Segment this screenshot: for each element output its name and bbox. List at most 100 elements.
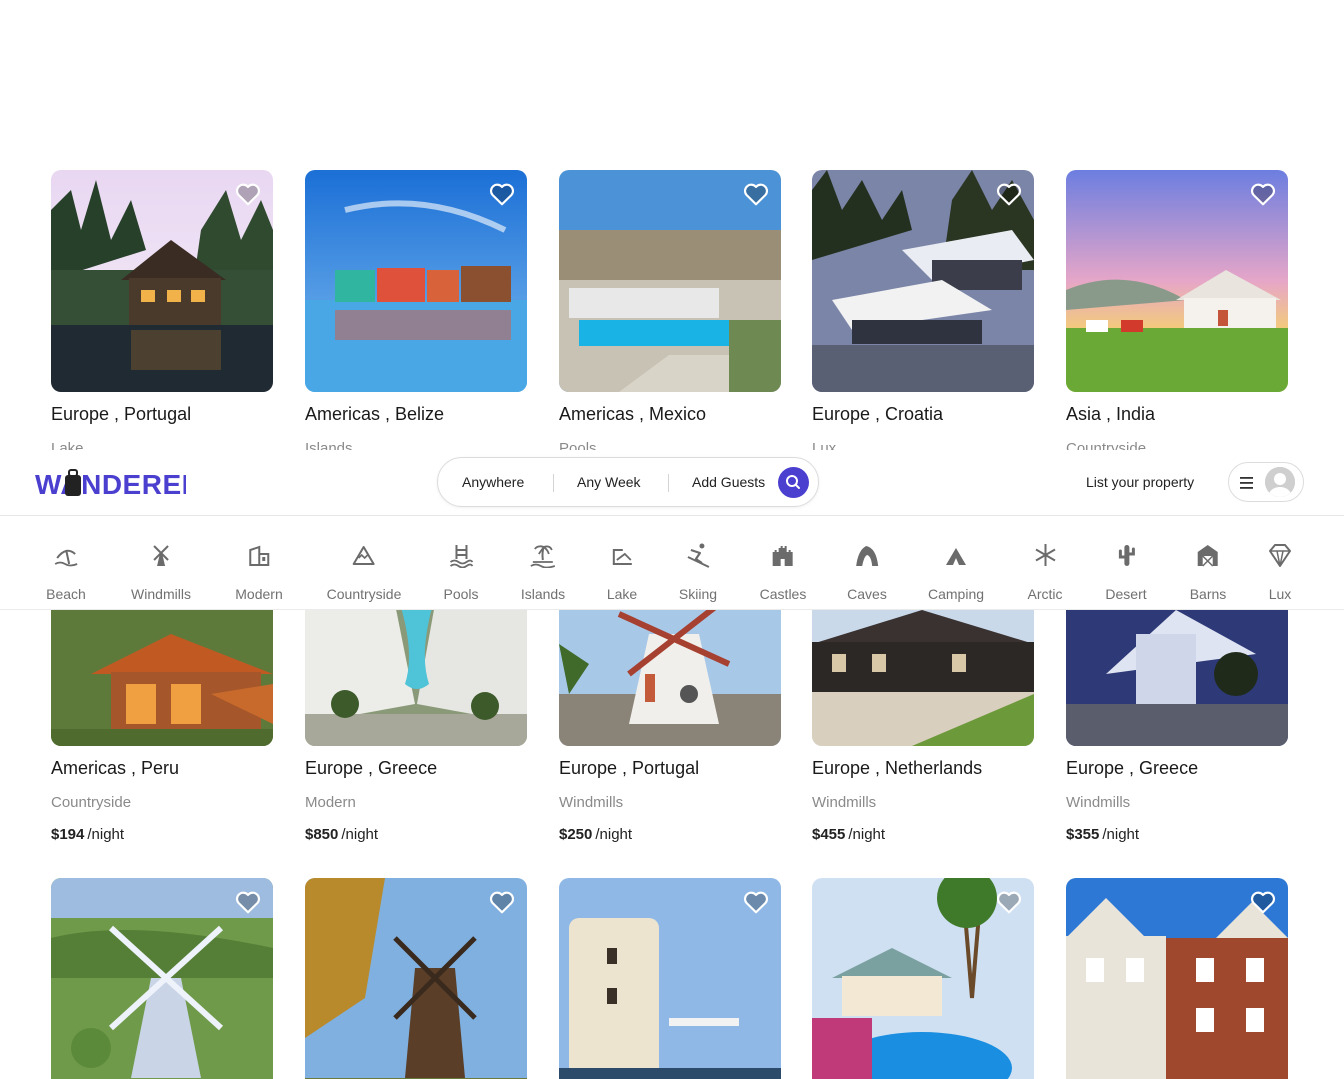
category-label: Desert — [1105, 586, 1147, 602]
listing-card[interactable]: Europe , Croatia Lux — [812, 170, 1034, 457]
category-label: Windmills — [131, 586, 191, 602]
search-bar[interactable]: Anywhere Any Week Add Guests — [437, 457, 819, 507]
price-value: $850 — [305, 826, 339, 843]
heart-icon[interactable] — [996, 182, 1022, 206]
user-menu-button[interactable] — [1228, 462, 1304, 502]
category-label: Arctic — [1027, 586, 1063, 602]
listing-photo[interactable] — [51, 878, 273, 1079]
category-windmills[interactable]: Windmills — [131, 542, 191, 602]
listing-category: Windmills — [559, 794, 624, 811]
listing-photo[interactable] — [51, 170, 273, 392]
tent-icon — [946, 548, 966, 565]
category-label: Islands — [520, 586, 566, 602]
search-divider — [668, 474, 669, 492]
category-arctic[interactable]: Arctic — [1028, 542, 1063, 602]
listing-price: $250/night — [559, 826, 632, 843]
listing-category: Modern — [305, 794, 356, 811]
search-any-week[interactable]: Any Week — [577, 474, 641, 490]
heart-icon[interactable] — [1250, 890, 1276, 914]
listing-card[interactable] — [1066, 878, 1288, 1079]
listing-card[interactable]: Europe , Portugal Lake — [51, 170, 273, 457]
listing-price: $194/night — [51, 826, 124, 843]
category-barns[interactable]: Barns — [1189, 542, 1227, 602]
listing-card[interactable]: Americas , Mexico Pools — [559, 170, 781, 457]
category-countryside[interactable]: Countryside — [326, 542, 402, 602]
search-button[interactable] — [778, 467, 809, 498]
category-castles[interactable]: Castles — [759, 542, 807, 602]
listing-card[interactable] — [812, 878, 1034, 1079]
listing-category: Windmills — [1066, 794, 1131, 811]
barn-icon — [1197, 545, 1218, 567]
listing-card[interactable] — [559, 878, 781, 1079]
category-modern[interactable]: Modern — [235, 542, 283, 602]
listing-price: $455/night — [812, 826, 885, 843]
listing-card[interactable] — [51, 878, 273, 1079]
listing-photo[interactable] — [812, 170, 1034, 392]
category-bar: Beach Windmills Modern Countryside Pools… — [0, 516, 1344, 610]
heart-icon[interactable] — [235, 182, 261, 206]
price-unit: /night — [1102, 826, 1140, 843]
category-lux[interactable]: Lux — [1267, 542, 1293, 602]
search-add-guests[interactable]: Add Guests — [692, 474, 765, 490]
price-value: $455 — [812, 826, 846, 843]
listing-card[interactable]: Asia , India Countryside — [1066, 170, 1288, 457]
category-label: Pools — [443, 586, 479, 602]
listing-photo[interactable] — [305, 170, 527, 392]
category-desert[interactable]: Desert — [1105, 542, 1147, 602]
avatar — [1265, 467, 1295, 497]
category-label: Skiing — [678, 586, 718, 602]
listing-card[interactable]: Americas , Belize Islands — [305, 170, 527, 457]
cactus-icon — [1118, 545, 1135, 566]
heart-icon[interactable] — [489, 890, 515, 914]
castle-icon — [773, 546, 793, 566]
category-camping[interactable]: Camping — [928, 542, 984, 602]
beach-icon — [54, 549, 78, 567]
heart-icon[interactable] — [1250, 182, 1276, 206]
category-lake[interactable]: Lake — [607, 542, 637, 602]
category-label: Castles — [759, 586, 807, 602]
heart-icon[interactable] — [743, 182, 769, 206]
listing-category: Windmills — [812, 794, 877, 811]
search-icon — [786, 475, 800, 489]
search-anywhere[interactable]: Anywhere — [462, 474, 524, 490]
listing-card[interactable] — [305, 878, 527, 1079]
listing-price: $850/night — [305, 826, 378, 843]
category-caves[interactable]: Caves — [847, 542, 887, 602]
category-skiing[interactable]: Skiing — [679, 542, 717, 602]
category-label: Countryside — [326, 586, 402, 602]
heart-icon[interactable] — [235, 890, 261, 914]
listing-photo[interactable] — [305, 878, 527, 1079]
diamond-icon — [1269, 544, 1291, 567]
heart-icon[interactable] — [743, 890, 769, 914]
modern-house-icon — [249, 545, 269, 566]
listing-location: Europe , Croatia — [812, 404, 944, 424]
price-unit: /night — [595, 826, 633, 843]
island-icon — [530, 545, 556, 568]
listing-location: Europe , Greece — [305, 758, 438, 778]
listing-photo[interactable] — [1066, 170, 1288, 392]
category-label: Barns — [1189, 586, 1227, 602]
skiing-icon — [687, 543, 710, 568]
heart-icon[interactable] — [996, 890, 1022, 914]
list-your-property-link[interactable]: List your property — [1086, 474, 1194, 490]
page: Europe , Portugal Lake Americas , Belize… — [0, 0, 1344, 1079]
heart-icon[interactable] — [489, 182, 515, 206]
category-label: Lux — [1268, 586, 1292, 602]
category-label: Beach — [46, 586, 86, 602]
top-navbar: WANDERER Anywhere Any Week Add Guests Li… — [0, 450, 1344, 516]
listing-photo[interactable] — [1066, 878, 1288, 1079]
category-islands[interactable]: Islands — [521, 542, 565, 602]
listing-photo[interactable] — [559, 878, 781, 1079]
listing-photo[interactable] — [559, 170, 781, 392]
category-pools[interactable]: Pools — [443, 542, 479, 602]
listing-category: Countryside — [51, 794, 132, 811]
snowflake-icon — [1034, 544, 1056, 566]
listing-location: Europe , Greece — [1066, 758, 1199, 778]
listing-photo[interactable] — [812, 878, 1034, 1079]
category-beach[interactable]: Beach — [46, 542, 86, 602]
category-label: Camping — [927, 586, 985, 602]
lake-icon — [612, 549, 632, 565]
cave-icon — [856, 546, 878, 566]
listing-location: Americas , Belize — [305, 404, 445, 424]
brand-logo[interactable]: WANDERER — [34, 464, 186, 500]
